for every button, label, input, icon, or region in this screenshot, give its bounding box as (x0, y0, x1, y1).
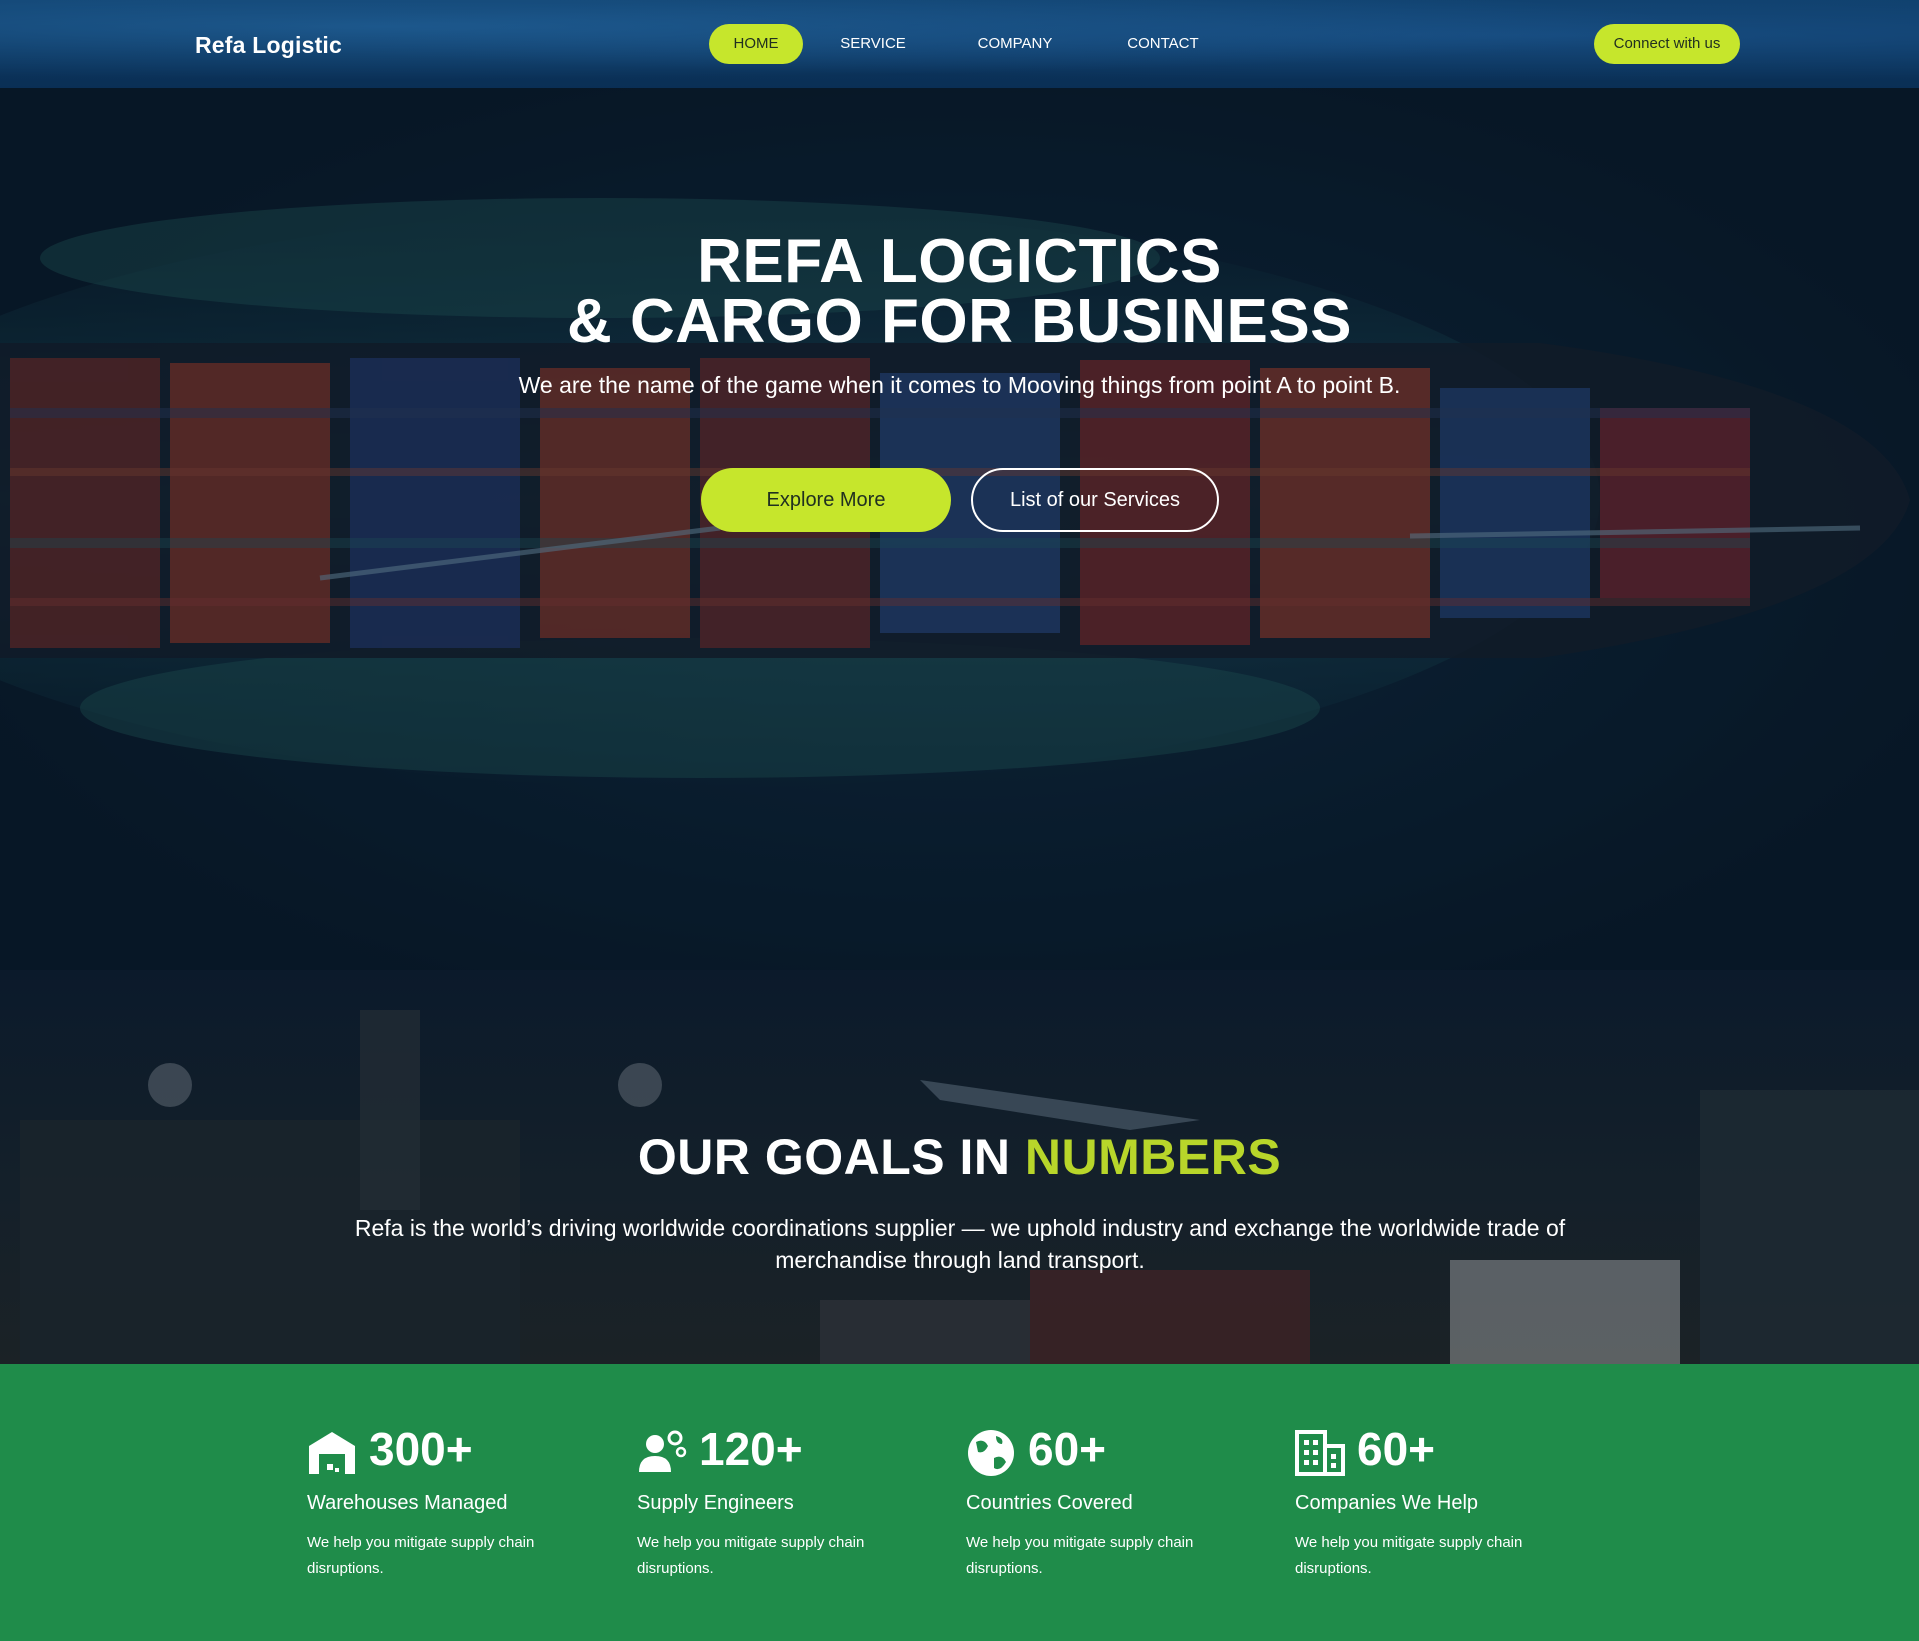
brand-logo[interactable]: Refa Logistic (195, 32, 342, 59)
goals-description: Refa is the world’s driving worldwide co… (354, 1215, 1566, 1273)
stat-label: Warehouses Managed (307, 1492, 508, 1514)
nav-service[interactable]: SERVICE (823, 24, 923, 64)
nav-home[interactable]: HOME (709, 24, 803, 64)
goals-title-accent: NUMBERS (1024, 1129, 1282, 1185)
hero-title-line2: & CARGO FOR BUSINESS (566, 287, 1353, 356)
hero-title: REFA LOGICTICS & CARGO FOR BUSINESS (0, 227, 1919, 356)
hero-section (0, 88, 1919, 970)
engineer-icon (639, 1430, 687, 1472)
stat-label: Companies We Help (1295, 1492, 1479, 1514)
top-nav: Refa Logistic HOME SERVICE COMPANY CONTA… (0, 0, 1919, 88)
explore-more-button[interactable]: Explore More (701, 468, 951, 532)
nav-company[interactable]: COMPANY (960, 24, 1070, 64)
hero-subtitle: We are the name of the game when it come… (518, 372, 1401, 398)
stat-description: We help you mitigate supply chain disrup… (637, 1534, 865, 1577)
stat-description: We help you mitigate supply chain disrup… (307, 1534, 535, 1577)
building-icon (1295, 1430, 1345, 1476)
warehouse-icon (309, 1432, 355, 1474)
globe-icon (968, 1430, 1014, 1476)
goals-title-main: OUR GOALS IN (637, 1129, 1025, 1185)
stat-label: Countries Covered (966, 1492, 1133, 1514)
stat-description: We help you mitigate supply chain disrup… (1295, 1534, 1523, 1577)
stat-number: 60+ (1028, 1423, 1107, 1475)
stat-description: We help you mitigate supply chain disrup… (966, 1534, 1194, 1577)
stat-label: Supply Engineers (637, 1492, 794, 1514)
goals-title: OUR GOALS IN NUMBERS (0, 1128, 1919, 1186)
stat-number: 300+ (369, 1423, 473, 1475)
list-services-button[interactable]: List of our Services (971, 468, 1219, 532)
hero-overlay (0, 88, 1919, 970)
hero-title-line1: REFA LOGICTICS (697, 227, 1222, 296)
nav-contact[interactable]: CONTACT (1110, 24, 1216, 64)
stats-section (0, 1364, 1919, 1641)
stat-number: 120+ (699, 1423, 803, 1475)
stat-number: 60+ (1357, 1423, 1436, 1475)
connect-button[interactable]: Connect with us (1594, 24, 1740, 64)
